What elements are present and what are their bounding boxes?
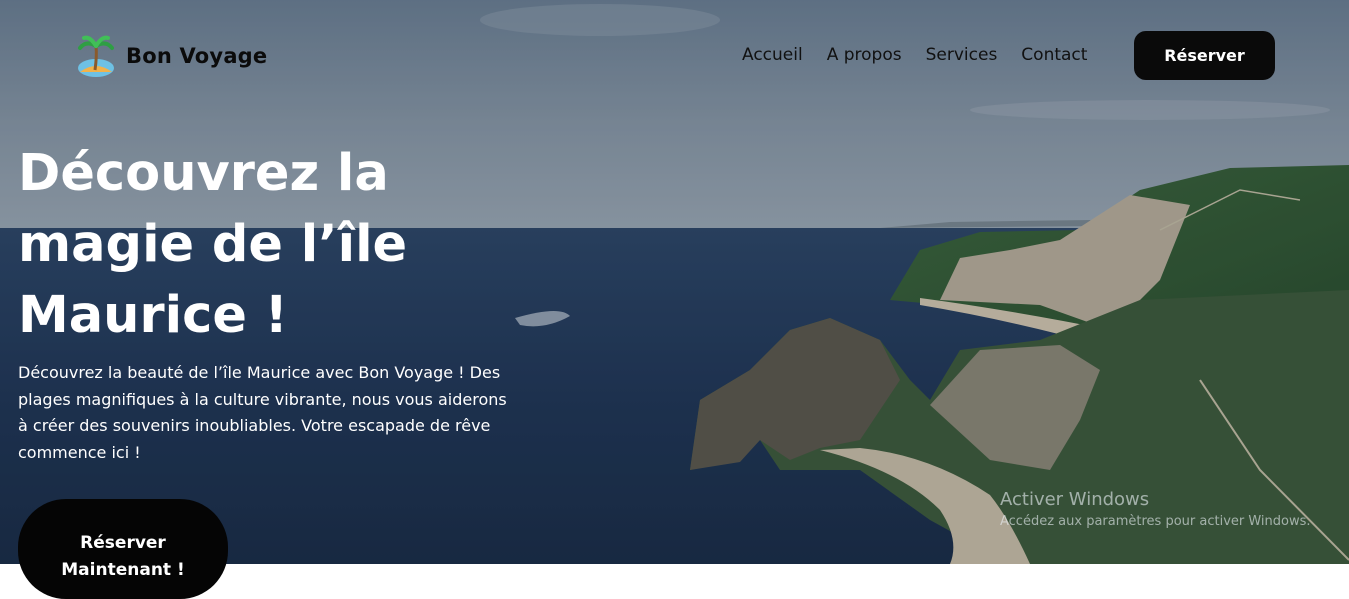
brand-name: Bon Voyage	[126, 44, 268, 68]
nav-link-a-propos[interactable]: A propos	[827, 45, 902, 65]
nav-link-accueil[interactable]: Accueil	[742, 45, 803, 65]
hero-description: Découvrez la beauté de l’île Maurice ave…	[18, 363, 507, 462]
watermark-title: Activer Windows	[1000, 489, 1150, 510]
hero-title: Découvrez la magie de l’île Maurice !	[18, 144, 408, 345]
book-now-button[interactable]: Réserver Maintenant !	[18, 499, 228, 599]
watermark-subtitle: Accédez aux paramètres pour activer Wind…	[1000, 514, 1311, 529]
windows-activation-watermark: Activer Windows Accédez aux paramètres p…	[1000, 489, 1311, 529]
main-nav: Accueil A propos Services Contact	[742, 45, 1111, 65]
brand-logo[interactable]: Bon Voyage	[76, 34, 267, 78]
reserve-button[interactable]: Réserver	[1134, 31, 1275, 80]
nav-link-contact[interactable]: Contact	[1021, 45, 1087, 65]
palm-island-icon	[78, 35, 114, 77]
nav-link-services[interactable]: Services	[926, 45, 998, 65]
